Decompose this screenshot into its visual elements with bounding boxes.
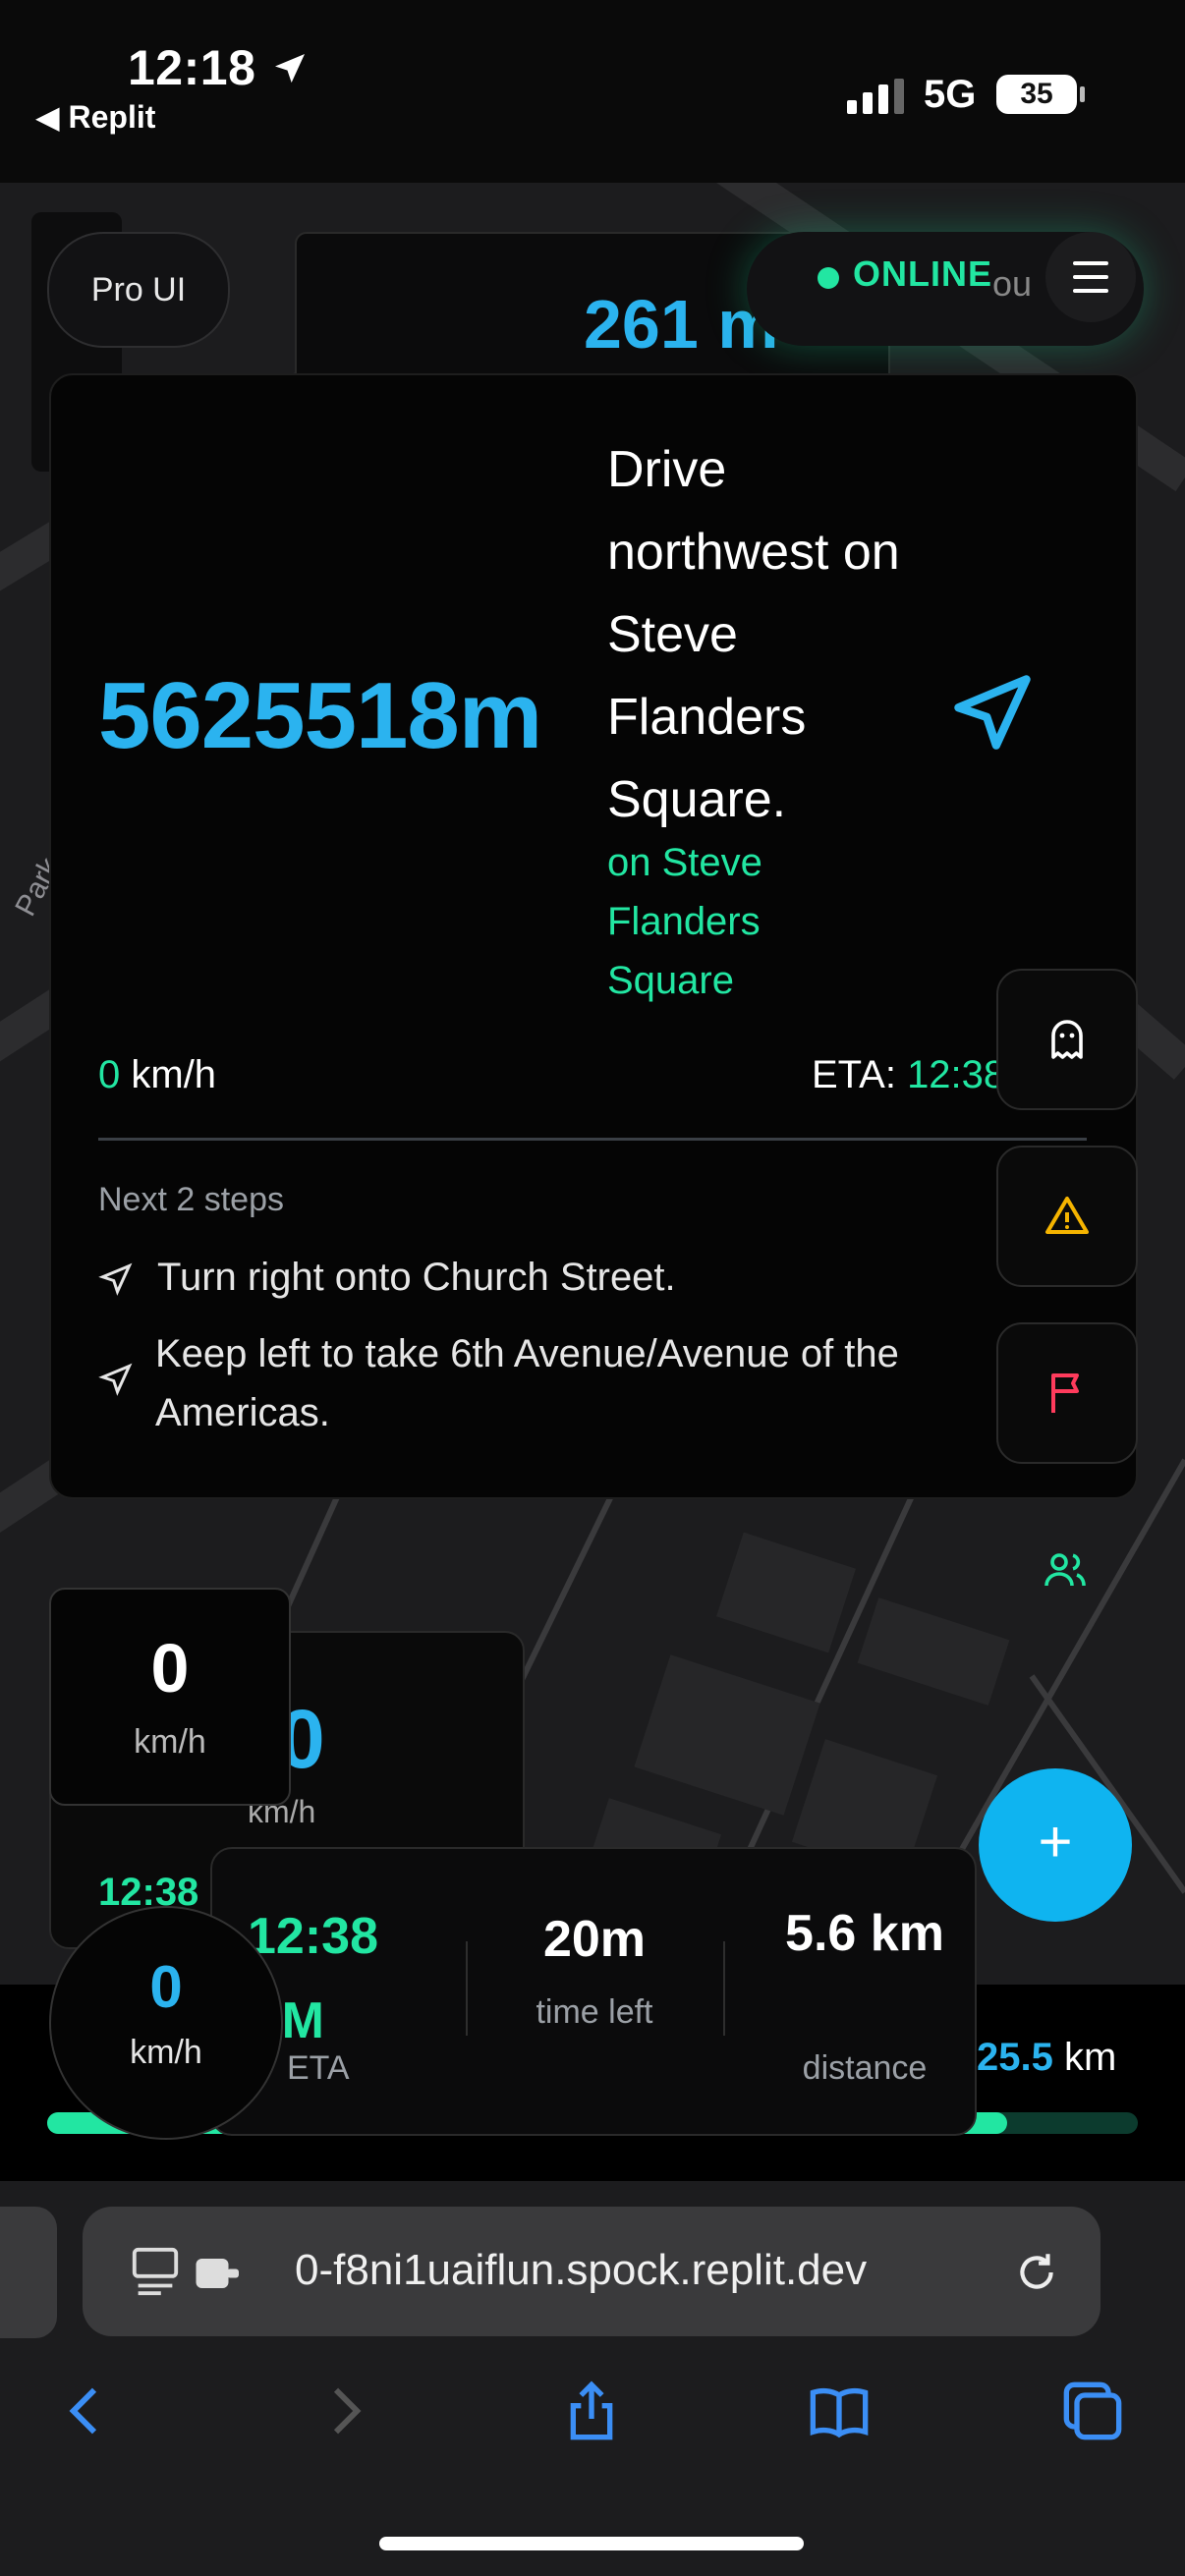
online-dot	[818, 267, 839, 289]
extension-icon[interactable]	[195, 2256, 242, 2291]
pro-ui-toggle[interactable]: Pro UI	[47, 232, 230, 348]
obscured-text: ou	[992, 263, 1033, 304]
bookmarks-icon[interactable]	[808, 2380, 871, 2442]
home-indicator	[379, 2537, 804, 2550]
trip-divider	[723, 1941, 725, 2036]
remaining-distance: 25.5 km	[977, 2036, 1117, 2079]
users-icon[interactable]	[1042, 1546, 1089, 1594]
url-text[interactable]: 0-f8ni1uaiflun.spock.replit.dev	[295, 2246, 867, 2295]
location-arrow-icon	[274, 54, 305, 84]
reader-mode-icon[interactable]	[132, 2246, 179, 2299]
maneuver-distance: 5625518m	[98, 663, 542, 768]
menu-icon	[1073, 261, 1108, 265]
next-steps-title: Next 2 steps	[98, 1181, 284, 1218]
menu-button[interactable]	[1045, 232, 1136, 322]
navigation-arrow-icon	[954, 675, 1031, 750]
speed-value: 0	[150, 1630, 190, 1707]
trip-divider	[466, 1941, 468, 2036]
ghost-mode-button[interactable]	[996, 969, 1138, 1110]
current-speed: 0 km/h	[98, 1053, 217, 1096]
reload-icon[interactable]	[1012, 2248, 1061, 2297]
maneuver-street: on Steve Flanders Square	[607, 841, 762, 1002]
speed-gauge: 0 km/h	[49, 1906, 283, 2140]
tabs-icon[interactable]	[1061, 2380, 1124, 2442]
trip-eta-label: ETA	[287, 2049, 350, 2087]
back-arrow-icon[interactable]	[55, 2380, 118, 2442]
step-arrow-icon	[98, 1262, 133, 1296]
network-label: 5G	[924, 73, 977, 116]
add-button[interactable]: +	[979, 1768, 1132, 1922]
plus-icon: +	[1038, 1809, 1073, 1875]
next-step-item: Turn right onto Church Street.	[157, 1256, 676, 1299]
share-icon[interactable]	[560, 2380, 623, 2442]
warning-icon	[1045, 1197, 1089, 1234]
report-hazard-button[interactable]	[996, 1146, 1138, 1287]
speed-unit: km/h	[134, 1723, 206, 1761]
step-arrow-icon	[98, 1363, 133, 1396]
flag-icon	[1051, 1373, 1079, 1413]
eta-readout: ETA: 12:38	[812, 1053, 1006, 1096]
cellular-signal-icon	[847, 79, 904, 114]
next-step-item: Keep left to take 6th Avenue/Avenue of t…	[155, 1332, 899, 1434]
battery-indicator: 35	[996, 75, 1085, 114]
trip-time-value: 20m	[542, 1911, 647, 1968]
speed-unit: km/h	[130, 2034, 202, 2071]
speed-value: 0	[149, 1954, 183, 2020]
trip-distance-label: distance	[802, 2049, 928, 2087]
card-divider	[98, 1138, 1087, 1141]
maneuver-instruction: Drive northwest on Steve Flanders Square…	[607, 441, 900, 828]
flag-button[interactable]	[996, 1322, 1138, 1464]
status-time: 12:18	[128, 39, 310, 96]
forward-arrow-icon[interactable]	[312, 2380, 375, 2442]
trip-time-label: time left	[536, 1993, 653, 2031]
ghost-icon	[1051, 1020, 1083, 1059]
back-to-app-link[interactable]: ◀ Replit	[35, 98, 155, 136]
trip-distance-value: 5.6 km	[785, 1905, 944, 1962]
previous-tab-peek[interactable]	[0, 2207, 57, 2338]
online-label: ONLINE	[853, 253, 993, 294]
speed-widget: 0 km/h	[49, 1588, 291, 1806]
